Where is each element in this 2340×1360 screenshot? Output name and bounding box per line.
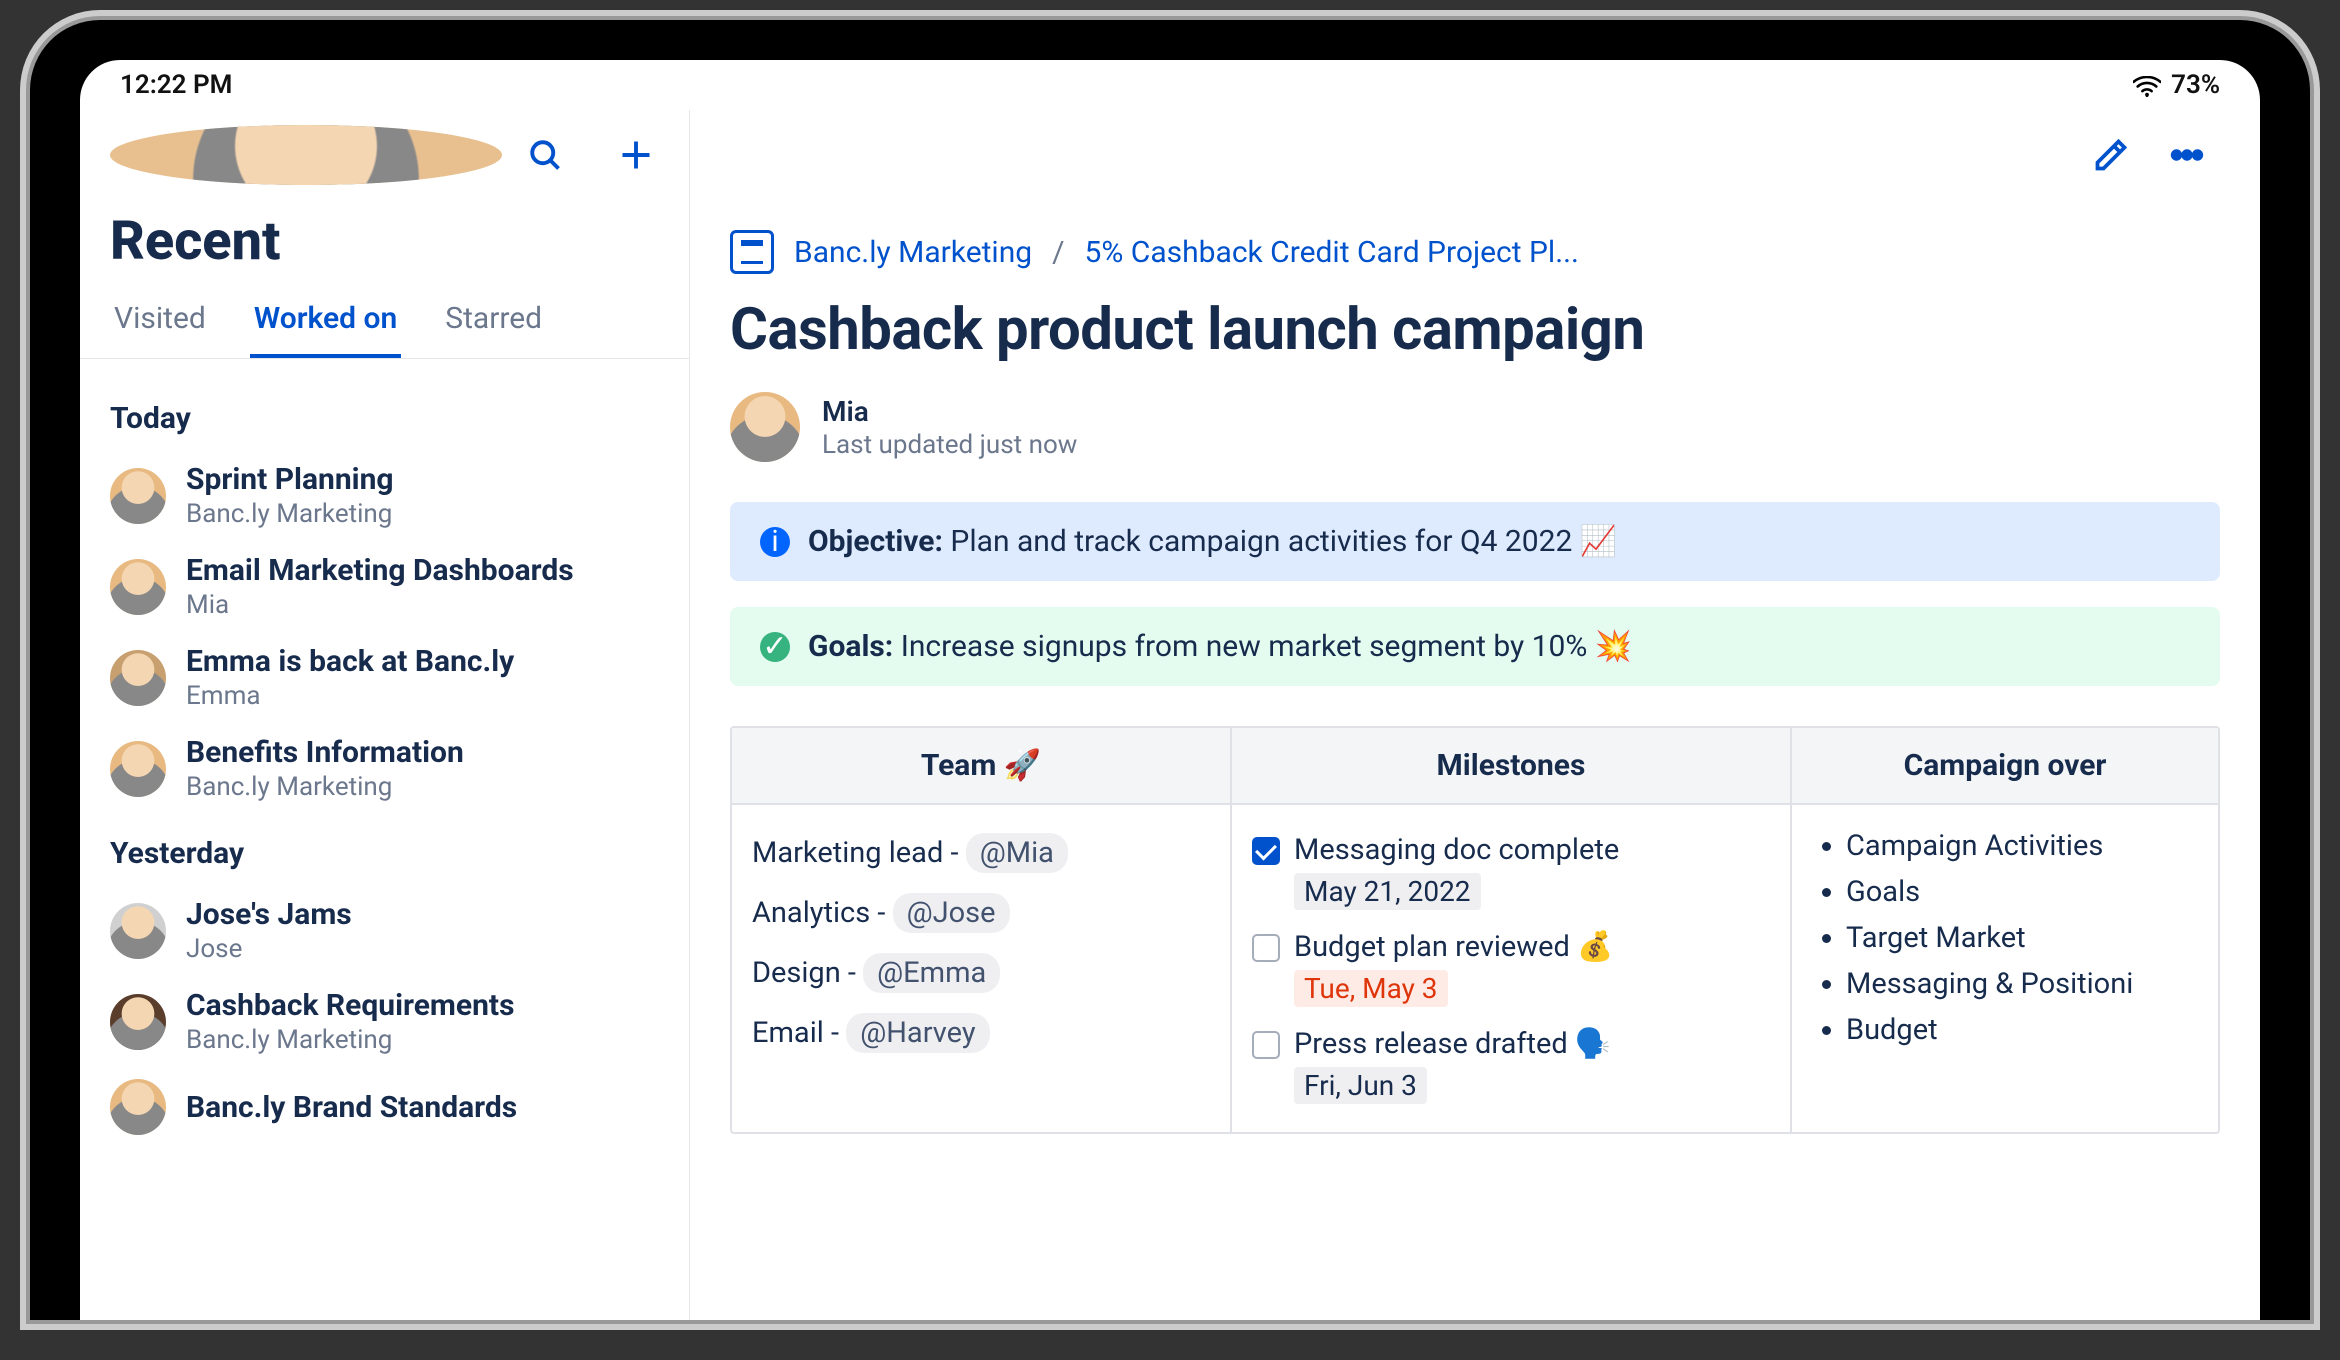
sidebar: Recent Visited Worked on Starred Today Sp… (80, 110, 690, 1320)
th-team: Team 🚀 (732, 728, 1230, 805)
author-name: Mia (822, 395, 1077, 428)
sidebar-tabs: Visited Worked on Starred (80, 291, 689, 359)
objective-panel: i Objective: Plan and track campaign act… (730, 502, 2220, 581)
team-row: Design - @Emma (752, 943, 1210, 1003)
main-content: Banc.ly Marketing / 5% Cashback Credit C… (690, 110, 2260, 1320)
goals-panel: ✓ Goals: Increase signups from new marke… (730, 607, 2220, 686)
avatar (110, 994, 166, 1050)
group-label: Today (110, 401, 659, 436)
milestone-row: Budget plan reviewed 💰 Tue, May 3 (1252, 920, 1770, 1017)
milestone-text: Press release drafted 🗣️ (1294, 1027, 1611, 1061)
edit-icon[interactable] (2088, 132, 2134, 178)
avatar (110, 559, 166, 615)
item-sub: Banc.ly Marketing (186, 499, 394, 529)
breadcrumb: Banc.ly Marketing / 5% Cashback Credit C… (730, 230, 2220, 274)
milestone-text: Messaging doc complete (1294, 833, 1619, 867)
item-title: Sprint Planning (186, 462, 394, 497)
avatar (110, 903, 166, 959)
status-time: 12:22 PM (120, 70, 232, 100)
item-sub: Mia (186, 590, 574, 620)
page-title: Cashback product launch campaign (730, 296, 2220, 364)
item-sub: Jose (186, 934, 352, 964)
checkbox[interactable] (1252, 934, 1280, 962)
objective-label: Objective: (808, 524, 943, 559)
list-item[interactable]: Banc.ly Brand Standards (110, 1067, 659, 1147)
author-avatar[interactable] (730, 392, 800, 462)
list-item[interactable]: Cashback RequirementsBanc.ly Marketing (110, 976, 659, 1067)
author-meta: Last updated just now (822, 430, 1077, 460)
tab-worked-on[interactable]: Worked on (250, 291, 401, 358)
milestone-row: Messaging doc complete May 21, 2022 (1252, 823, 1770, 920)
list-item[interactable]: Email Marketing DashboardsMia (110, 541, 659, 632)
team-row: Marketing lead - @Mia (752, 823, 1210, 883)
wifi-icon (2133, 74, 2161, 96)
date-chip[interactable]: May 21, 2022 (1294, 873, 1481, 910)
milestone-text: Budget plan reviewed 💰 (1294, 930, 1613, 964)
page-icon (730, 230, 774, 274)
info-icon: i (760, 527, 790, 557)
avatar (110, 741, 166, 797)
content-table: Team 🚀 Marketing lead - @MiaAnalytics - … (730, 726, 2220, 1134)
team-role: Analytics - (752, 896, 893, 930)
goals-text: Increase signups from new market segment… (901, 629, 1588, 664)
avatar[interactable] (110, 125, 502, 185)
item-title: Banc.ly Brand Standards (186, 1090, 517, 1125)
item-sub: Emma (186, 681, 514, 711)
avatar (110, 468, 166, 524)
list-item[interactable]: Jose's JamsJose (110, 885, 659, 976)
item-sub: Banc.ly Marketing (186, 1025, 515, 1055)
item-title: Emma is back at Banc.ly (186, 644, 514, 679)
collision-emoji: 💥 (1595, 629, 1632, 664)
th-milestones: Milestones (1232, 728, 1790, 805)
author-row: Mia Last updated just now (730, 392, 2220, 462)
objective-text: Plan and track campaign activities for Q… (950, 524, 1572, 559)
status-battery: 73% (2171, 70, 2220, 100)
team-role: Design - (752, 956, 863, 990)
breadcrumb-parent[interactable]: 5% Cashback Credit Card Project Pl... (1085, 235, 1579, 270)
date-chip[interactable]: Fri, Jun 3 (1294, 1067, 1427, 1104)
status-bar: 12:22 PM 73% (80, 60, 2260, 110)
campaign-item[interactable]: Budget (1846, 1007, 2198, 1053)
group-label: Yesterday (110, 836, 659, 871)
campaign-item[interactable]: Messaging & Positioni (1846, 961, 2198, 1007)
campaign-item[interactable]: Target Market (1846, 915, 2198, 961)
tab-visited[interactable]: Visited (110, 291, 210, 358)
mention[interactable]: @Mia (966, 833, 1068, 873)
mention[interactable]: @Harvey (846, 1013, 989, 1053)
item-title: Email Marketing Dashboards (186, 553, 574, 588)
goals-label: Goals: (808, 629, 893, 664)
checkbox[interactable] (1252, 1031, 1280, 1059)
more-icon[interactable] (2164, 132, 2210, 178)
list-item[interactable]: Sprint PlanningBanc.ly Marketing (110, 450, 659, 541)
mention[interactable]: @Jose (893, 893, 1010, 933)
breadcrumb-space[interactable]: Banc.ly Marketing (794, 235, 1032, 270)
search-icon[interactable] (522, 132, 568, 178)
date-chip[interactable]: Tue, May 3 (1294, 970, 1448, 1007)
team-role: Email - (752, 1016, 846, 1050)
avatar (110, 1079, 166, 1135)
check-icon: ✓ (760, 632, 790, 662)
avatar (110, 650, 166, 706)
mention[interactable]: @Emma (863, 953, 1000, 993)
team-row: Analytics - @Jose (752, 883, 1210, 943)
item-sub: Banc.ly Marketing (186, 772, 464, 802)
chart-emoji: 📈 (1580, 524, 1617, 559)
list-item[interactable]: Benefits InformationBanc.ly Marketing (110, 723, 659, 814)
sidebar-title: Recent (80, 200, 689, 291)
team-row: Email - @Harvey (752, 1003, 1210, 1063)
item-title: Cashback Requirements (186, 988, 515, 1023)
campaign-item[interactable]: Campaign Activities (1846, 823, 2198, 869)
th-campaign: Campaign over (1792, 728, 2218, 805)
tab-starred[interactable]: Starred (441, 291, 546, 358)
item-title: Benefits Information (186, 735, 464, 770)
checkbox[interactable] (1252, 837, 1280, 865)
campaign-item[interactable]: Goals (1846, 869, 2198, 915)
item-title: Jose's Jams (186, 897, 352, 932)
team-role: Marketing lead - (752, 836, 966, 870)
create-icon[interactable] (613, 132, 659, 178)
milestone-row: Press release drafted 🗣️ Fri, Jun 3 (1252, 1017, 1770, 1114)
list-item[interactable]: Emma is back at Banc.lyEmma (110, 632, 659, 723)
